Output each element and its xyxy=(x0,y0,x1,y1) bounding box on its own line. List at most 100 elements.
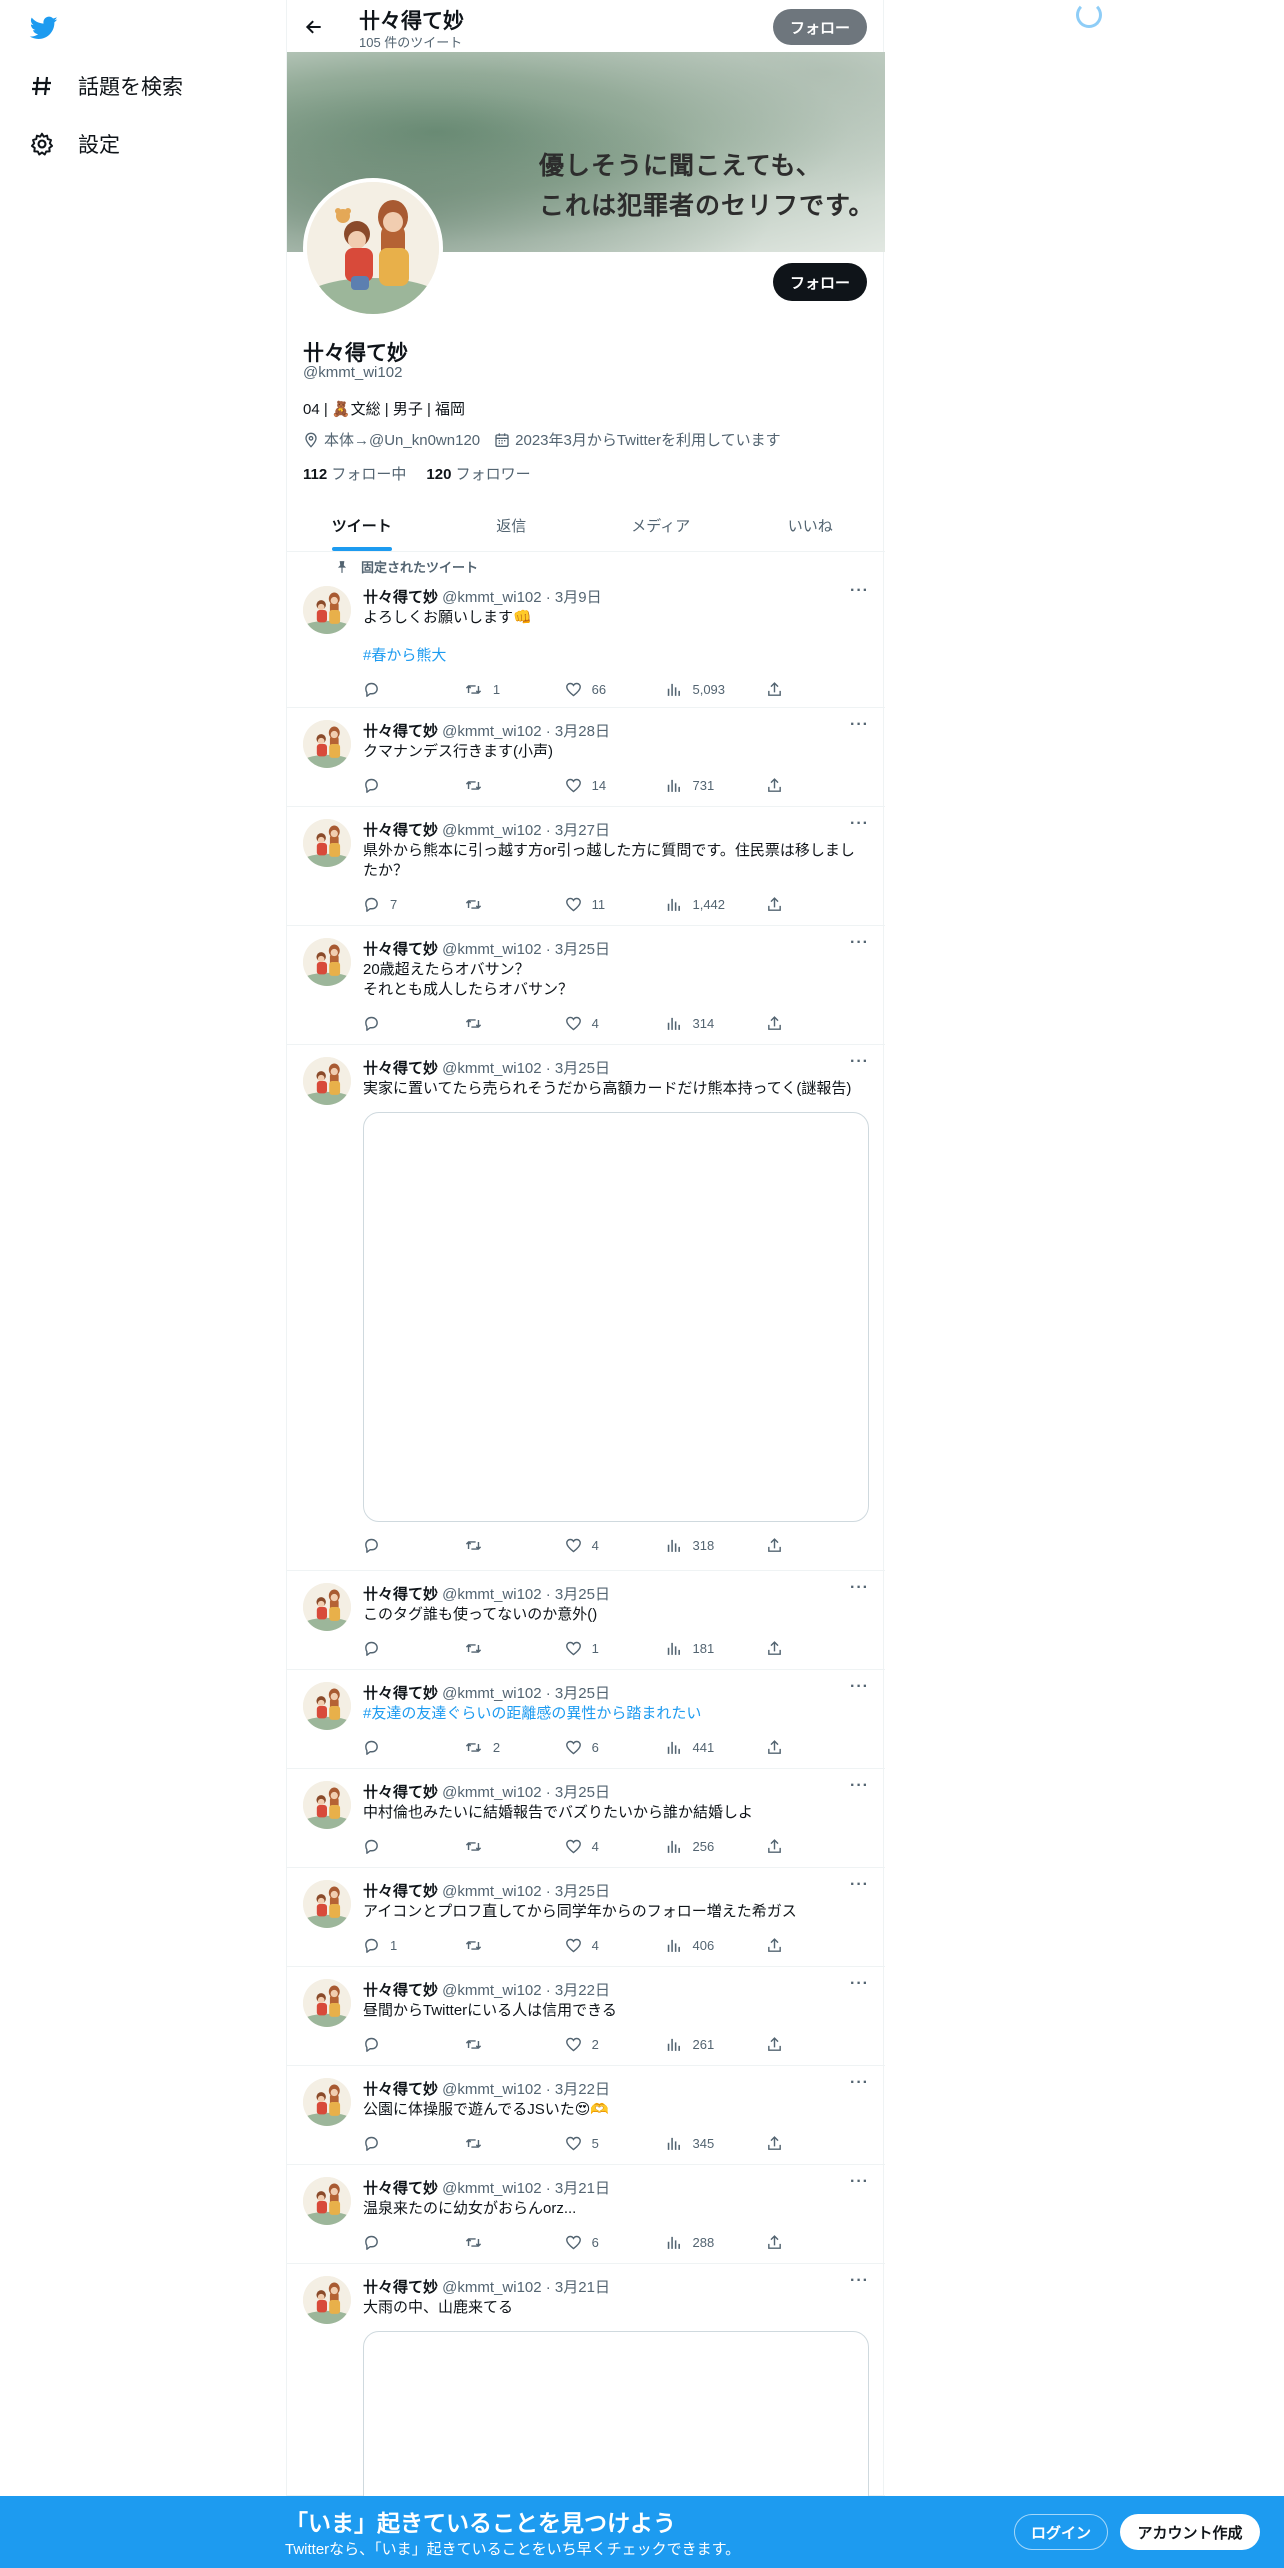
retweet-button[interactable] xyxy=(464,1012,565,1034)
like-button[interactable]: 4 xyxy=(565,1534,666,1556)
tweet-author-name[interactable]: 卄々得て妙 xyxy=(363,1060,438,1077)
views-button[interactable]: 181 xyxy=(665,1637,766,1659)
login-button[interactable]: ログイン xyxy=(1014,2514,1108,2550)
more-options-icon[interactable]: ··· xyxy=(850,934,869,952)
share-button[interactable] xyxy=(766,1835,803,1857)
tweet-avatar[interactable] xyxy=(303,720,351,768)
views-button[interactable]: 5,093 xyxy=(665,678,766,700)
tweet[interactable]: 卄々得て妙 @kmmt_wi102 · 3月21日 ··· 温泉来たのに幼女がおらん… xyxy=(287,2165,885,2264)
tweet-handle-date[interactable]: @kmmt_wi102 · 3月25日 xyxy=(438,1784,610,1801)
tweet[interactable]: 卄々得て妙 @kmmt_wi102 · 3月25日 ··· 実家に置いてたら売られそ… xyxy=(287,1045,885,1571)
more-options-icon[interactable]: ··· xyxy=(850,1777,869,1795)
retweet-button[interactable] xyxy=(464,893,565,915)
tweet-avatar[interactable] xyxy=(303,1979,351,2027)
profile-avatar[interactable] xyxy=(303,178,443,318)
tab-media[interactable]: メディア xyxy=(586,500,736,551)
like-button[interactable]: 6 xyxy=(565,1736,666,1758)
more-options-icon[interactable]: ··· xyxy=(850,2272,869,2290)
more-options-icon[interactable]: ··· xyxy=(850,2173,869,2191)
tweet-media[interactable] xyxy=(363,1112,869,1522)
retweet-button[interactable] xyxy=(464,774,565,796)
tweet-avatar[interactable] xyxy=(303,938,351,986)
tweet-handle-date[interactable]: @kmmt_wi102 · 3月22日 xyxy=(438,1982,610,1999)
tweet-avatar[interactable] xyxy=(303,1583,351,1631)
tweet[interactable]: 卄々得て妙 @kmmt_wi102 · 3月25日 ··· このタグ誰も使ってないの… xyxy=(287,1571,885,1670)
signup-button[interactable]: アカウント作成 xyxy=(1120,2514,1260,2550)
tweet-handle-date[interactable]: @kmmt_wi102 · 3月21日 xyxy=(438,2180,610,2197)
nav-settings[interactable]: 設定 xyxy=(28,129,120,159)
tweet[interactable]: 卄々得て妙 @kmmt_wi102 · 3月25日 ··· 中村倫也みたいに結婚報告… xyxy=(287,1769,885,1868)
tweet-handle-date[interactable]: @kmmt_wi102 · 3月21日 xyxy=(438,2279,610,2296)
reply-button[interactable]: 7 xyxy=(363,893,464,915)
reply-button[interactable] xyxy=(363,2231,464,2253)
tweet-handle-date[interactable]: @kmmt_wi102 · 3月25日 xyxy=(438,1060,610,1077)
tweet[interactable]: 卄々得て妙 @kmmt_wi102 · 3月25日 ··· #友達の友達ぐらいの距離… xyxy=(287,1670,885,1769)
retweet-button[interactable] xyxy=(464,1835,565,1857)
views-button[interactable]: 441 xyxy=(665,1736,766,1758)
follow-button[interactable]: フォロー xyxy=(773,263,867,301)
tweet-author-name[interactable]: 卄々得て妙 xyxy=(363,2081,438,2098)
share-button[interactable] xyxy=(766,893,803,915)
following-link[interactable]: 112 フォロー中 xyxy=(303,463,406,484)
retweet-button[interactable]: 1 xyxy=(464,678,565,700)
share-button[interactable] xyxy=(766,1534,803,1556)
share-button[interactable] xyxy=(766,678,803,700)
views-button[interactable]: 256 xyxy=(665,1835,766,1857)
tweet[interactable]: 卄々得て妙 @kmmt_wi102 · 3月25日 ··· 20歳超えたらオバサン？… xyxy=(287,926,885,1045)
tweet[interactable]: 卄々得て妙 @kmmt_wi102 · 3月22日 ··· 公園に体操服で遊んでるJ… xyxy=(287,2066,885,2165)
header-follow-button[interactable]: フォロー xyxy=(773,9,867,45)
reply-button[interactable] xyxy=(363,1012,464,1034)
views-button[interactable]: 1,442 xyxy=(665,893,766,915)
views-button[interactable]: 314 xyxy=(665,1012,766,1034)
tweet-author-name[interactable]: 卄々得て妙 xyxy=(363,723,438,740)
tweet-author-name[interactable]: 卄々得て妙 xyxy=(363,2180,438,2197)
tweet-avatar[interactable] xyxy=(303,1781,351,1829)
reply-button[interactable] xyxy=(363,774,464,796)
twitter-bird-icon[interactable] xyxy=(28,14,60,42)
tweet-author-name[interactable]: 卄々得て妙 xyxy=(363,1784,438,1801)
tab-likes[interactable]: いいね xyxy=(736,500,886,551)
more-options-icon[interactable]: ··· xyxy=(850,815,869,833)
like-button[interactable]: 4 xyxy=(565,1835,666,1857)
tweet[interactable]: 卄々得て妙 @kmmt_wi102 · 3月27日 ··· 県外から熊本に引っ越す方… xyxy=(287,807,885,926)
share-button[interactable] xyxy=(766,1934,803,1956)
share-button[interactable] xyxy=(766,1012,803,1034)
tweet[interactable]: 卄々得て妙 @kmmt_wi102 · 3月21日 ··· 大雨の中、山鹿来てる xyxy=(287,2264,885,2531)
share-button[interactable] xyxy=(766,2132,803,2154)
tweet-avatar[interactable] xyxy=(303,1880,351,1928)
retweet-button[interactable] xyxy=(464,1934,565,1956)
like-button[interactable]: 14 xyxy=(565,774,666,796)
back-arrow-icon[interactable] xyxy=(301,14,327,40)
reply-button[interactable] xyxy=(363,1637,464,1659)
like-button[interactable]: 11 xyxy=(565,893,666,915)
share-button[interactable] xyxy=(766,2231,803,2253)
more-options-icon[interactable]: ··· xyxy=(850,1579,869,1597)
tweet-author-name[interactable]: 卄々得て妙 xyxy=(363,1685,438,1702)
views-button[interactable]: 261 xyxy=(665,2033,766,2055)
followers-link[interactable]: 120 フォロワー xyxy=(426,463,530,484)
tweet-handle-date[interactable]: @kmmt_wi102 · 3月27日 xyxy=(438,822,610,839)
like-button[interactable]: 2 xyxy=(565,2033,666,2055)
views-button[interactable]: 406 xyxy=(665,1934,766,1956)
views-button[interactable]: 731 xyxy=(665,774,766,796)
retweet-button[interactable] xyxy=(464,2231,565,2253)
tweet-author-name[interactable]: 卄々得て妙 xyxy=(363,1586,438,1603)
tweet-handle-date[interactable]: @kmmt_wi102 · 3月25日 xyxy=(438,941,610,958)
tweet-author-name[interactable]: 卄々得て妙 xyxy=(363,941,438,958)
share-button[interactable] xyxy=(766,1637,803,1659)
retweet-button[interactable] xyxy=(464,2132,565,2154)
more-options-icon[interactable]: ··· xyxy=(850,1678,869,1696)
tweet[interactable]: 卄々得て妙 @kmmt_wi102 · 3月25日 ··· アイコンとプロフ直してか… xyxy=(287,1868,885,1967)
share-button[interactable] xyxy=(766,774,803,796)
retweet-button[interactable] xyxy=(464,1534,565,1556)
reply-button[interactable] xyxy=(363,1835,464,1857)
tweet-handle-date[interactable]: @kmmt_wi102 · 3月25日 xyxy=(438,1883,610,1900)
tweet-avatar[interactable] xyxy=(303,586,351,634)
like-button[interactable]: 4 xyxy=(565,1012,666,1034)
more-options-icon[interactable]: ··· xyxy=(850,1975,869,1993)
reply-button[interactable] xyxy=(363,1736,464,1758)
like-button[interactable]: 4 xyxy=(565,1934,666,1956)
tweet-avatar[interactable] xyxy=(303,2177,351,2225)
like-button[interactable]: 66 xyxy=(565,678,666,700)
tweet[interactable]: 固定されたツイート 卄々得て妙 @kmmt_wi102 · 3月9日 ··· よろしく… xyxy=(287,552,885,708)
